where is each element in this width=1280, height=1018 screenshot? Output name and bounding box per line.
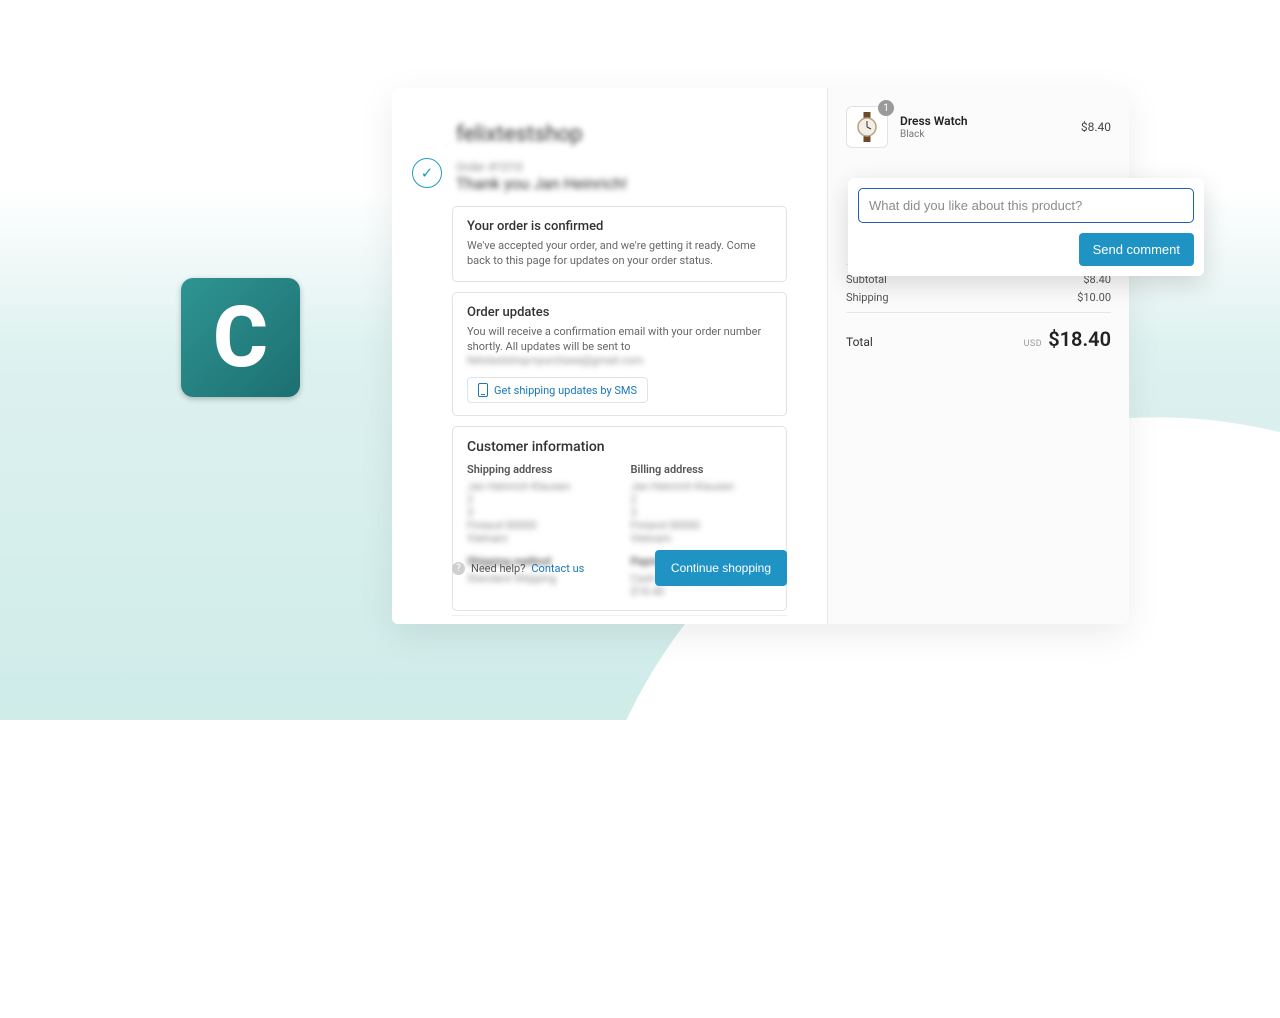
checkout-card: felixtestshop ✓ Order #1010 Thank you Ja… [392,88,1128,624]
total-row: Total USD $18.40 [828,327,1129,359]
product-thumbnail: 1 [846,106,888,148]
watch-icon [854,112,880,142]
quantity-badge: 1 [878,100,894,116]
continue-shopping-button[interactable]: Continue shopping [655,550,787,586]
logo-letter: C [213,296,268,380]
shipping-value: $10.00 [1077,291,1111,304]
comment-input[interactable] [858,188,1194,223]
order-number: Order #1010 [456,160,523,174]
order-summary-panel: 1 Dress Watch Black $8.40 Subtotal $8.40… [827,88,1129,624]
customer-info-title: Customer information [467,439,772,455]
need-help: ? Need help? Contact us [452,562,584,575]
order-updates-body: You will receive a confirmation email wi… [467,325,772,370]
comment-popover: Send comment [848,178,1204,276]
total-label: Total [846,335,873,349]
question-icon: ? [452,562,465,575]
product-price: $8.40 [1081,120,1111,134]
order-panel: felixtestshop ✓ Order #1010 Thank you Ja… [392,88,827,624]
order-confirmed-box: Your order is confirmed We've accepted y… [452,206,787,282]
sms-updates-label: Get shipping updates by SMS [494,384,637,397]
footer-divider [452,615,787,616]
thank-you-text: Thank you Jan Heinrich! [456,174,627,193]
currency-code: USD [1024,339,1043,349]
order-confirmed-body: We've accepted your order, and we're get… [467,239,772,269]
contact-us-link[interactable]: Contact us [531,562,584,575]
app-logo: C [181,278,300,397]
check-circle-icon: ✓ [412,158,442,188]
order-updates-box: Order updates You will receive a confirm… [452,292,787,417]
order-confirmed-title: Your order is confirmed [467,219,772,234]
total-value: $18.40 [1048,327,1111,351]
line-item: 1 Dress Watch Black $8.40 [828,88,1129,160]
sms-updates-button[interactable]: Get shipping updates by SMS [467,377,648,403]
shipping-label: Shipping [846,291,889,304]
send-comment-button[interactable]: Send comment [1079,233,1194,266]
product-variant: Black [900,129,968,140]
billing-address-label: Billing address [631,463,773,476]
store-name: felixtestshop [456,122,582,147]
phone-icon [478,383,488,397]
shipping-address-label: Shipping address [467,463,609,476]
order-updates-title: Order updates [467,305,772,320]
product-name: Dress Watch [900,114,968,128]
